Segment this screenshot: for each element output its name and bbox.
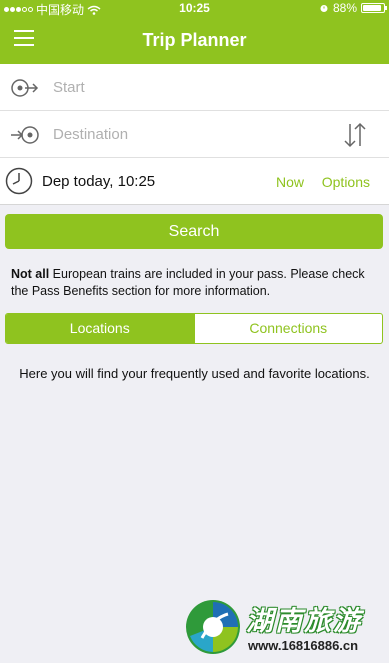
battery-group: 88% xyxy=(319,1,387,15)
page-title: Trip Planner xyxy=(142,30,247,50)
destination-input[interactable]: Destination xyxy=(53,126,128,143)
clock-icon xyxy=(5,167,33,195)
battery-icon xyxy=(361,3,387,13)
start-field[interactable]: Start xyxy=(0,64,389,111)
alarm-icon xyxy=(320,5,328,12)
watermark-title: 湖南旅游 xyxy=(246,606,362,636)
departure-row: Dep today, 10:25 Now Options xyxy=(0,158,389,205)
battery-percent: 88% xyxy=(332,1,357,15)
locations-info: Here you will find your frequently used … xyxy=(19,366,370,381)
status-bar: 中国移动 10:25 88% xyxy=(0,0,389,17)
notice-text: European trains are included in your pas… xyxy=(11,267,365,298)
start-input[interactable]: Start xyxy=(53,79,85,96)
search-button[interactable]: Search xyxy=(5,214,383,249)
options-button[interactable]: Options xyxy=(322,174,370,190)
departure-time-label[interactable]: Dep today, 10:25 xyxy=(42,173,155,190)
destination-field[interactable]: Destination xyxy=(0,111,389,158)
start-location-icon xyxy=(11,79,39,97)
tab-connections[interactable]: Connections xyxy=(193,314,383,343)
swap-icon[interactable] xyxy=(341,120,369,150)
tab-control: Locations Connections xyxy=(5,313,383,344)
tab-locations[interactable]: Locations xyxy=(6,314,194,343)
notice-bold: Not all xyxy=(11,267,50,281)
pass-notice: Not all European trains are included in … xyxy=(11,266,381,300)
watermark-logo-icon xyxy=(186,600,240,654)
destination-location-icon xyxy=(11,126,39,144)
nav-bar: Trip Planner xyxy=(0,16,389,64)
watermark-url: www.16816886.cn xyxy=(248,638,359,653)
now-button[interactable]: Now xyxy=(276,174,304,190)
watermark: 湖南旅游 www.16816886.cn xyxy=(182,596,387,660)
